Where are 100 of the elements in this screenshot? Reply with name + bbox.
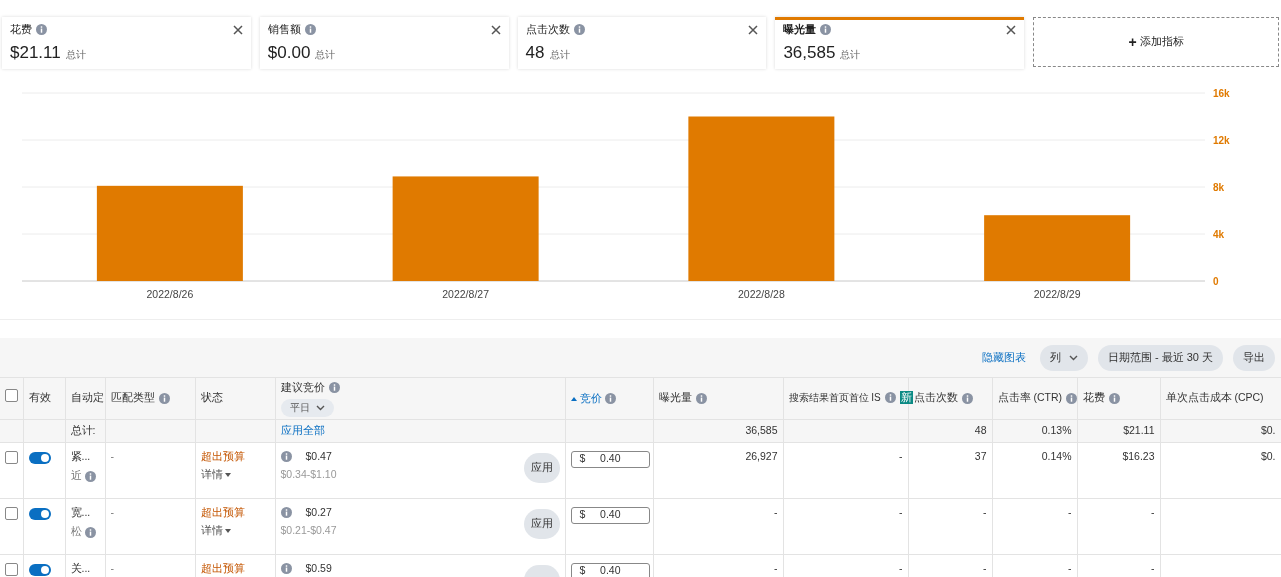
- target-name-sub: 近: [70, 468, 82, 484]
- currency-symbol: $: [579, 451, 586, 467]
- table-cell: -: [899, 505, 903, 518]
- table-cell: $0.: [1260, 423, 1276, 436]
- info-icon: [573, 24, 585, 36]
- y-axis-label: 4k: [1213, 229, 1225, 240]
- bid-input[interactable]: $ 0.40: [570, 562, 650, 577]
- bid-value: 0.40: [600, 563, 621, 577]
- y-axis-label: 8k: [1213, 182, 1225, 193]
- y-axis-label: 0: [1213, 276, 1219, 287]
- match-type: -: [110, 561, 114, 574]
- metric-card[interactable]: 点击次数 48 总计: [517, 17, 767, 69]
- table-cell: -: [1068, 505, 1072, 518]
- apply-button[interactable]: 应用: [523, 452, 560, 483]
- info-icon: [280, 450, 292, 462]
- bid-input[interactable]: $ 0.40: [570, 506, 650, 524]
- info-icon: [1066, 392, 1077, 404]
- info-icon: [961, 392, 973, 404]
- column-header: 花费: [1082, 390, 1105, 406]
- toggle-switch[interactable]: [28, 507, 51, 520]
- toggle-switch[interactable]: [28, 451, 51, 464]
- close-icon[interactable]: [748, 24, 759, 35]
- suggested-bid: $0.27: [305, 504, 332, 520]
- table-cell: 48: [974, 423, 987, 436]
- metric-label: 点击次数: [525, 22, 570, 37]
- suggested-bid: $0.59: [305, 560, 332, 576]
- table-cell: -: [774, 561, 778, 574]
- metric-label: 花费: [10, 22, 32, 37]
- column-header: 点击率 (CTR): [997, 390, 1062, 406]
- info-icon: [695, 392, 707, 404]
- details-dropdown[interactable]: 详情: [200, 523, 270, 539]
- checkbox[interactable]: [5, 562, 18, 576]
- info-icon: [158, 392, 170, 404]
- apply-all-link[interactable]: 应用全部: [280, 423, 325, 436]
- column-header: 搜索结果首页首位 IS: [788, 391, 881, 406]
- info-icon: [84, 470, 96, 482]
- table-cell: -: [983, 505, 987, 518]
- metric-suffix: 总计: [65, 47, 86, 62]
- toggle-switch[interactable]: [28, 563, 51, 576]
- info-icon: [280, 562, 292, 574]
- table-cell: -: [1151, 505, 1155, 518]
- currency-symbol: $: [579, 563, 586, 577]
- metric-card[interactable]: 花费 $21.11 总计: [2, 17, 251, 69]
- metric-value: $0.00: [267, 41, 311, 64]
- hide-chart-link[interactable]: 隐藏图表: [981, 349, 1026, 366]
- metric-suffix: 总计: [549, 47, 570, 62]
- info-icon: [36, 24, 47, 36]
- metric-card[interactable]: 曝光量 36,585 总计: [775, 17, 1025, 69]
- y-axis-label: 16k: [1213, 88, 1230, 99]
- columns-button[interactable]: 列: [1039, 344, 1088, 371]
- bid-range: $0.21-$0.47: [280, 523, 337, 539]
- close-icon[interactable]: [232, 24, 243, 35]
- weekday-dropdown[interactable]: 平日: [280, 398, 334, 417]
- target-name: 关...: [70, 560, 92, 576]
- column-header: 匹配类型: [110, 390, 155, 406]
- plus-icon: +: [1128, 31, 1137, 53]
- table-cell: $0.: [1260, 449, 1276, 462]
- checkbox[interactable]: [5, 450, 18, 464]
- match-type: -: [110, 505, 114, 518]
- metric-label: 曝光量: [783, 22, 817, 37]
- info-icon: [328, 382, 340, 394]
- bid-input[interactable]: $ 0.40: [570, 450, 650, 468]
- info-icon: [304, 24, 316, 36]
- new-badge: 新: [899, 391, 913, 405]
- metric-value: 36,585: [783, 41, 836, 64]
- sort-up-icon: [570, 396, 577, 401]
- checkbox[interactable]: [5, 389, 18, 403]
- bid-value: 0.40: [600, 507, 621, 523]
- x-axis-label: 2022/8/29: [1033, 288, 1081, 300]
- column-header: 建议竞价: [280, 379, 325, 395]
- column-header: 自动定: [70, 391, 104, 404]
- column-header[interactable]: 竞价: [579, 390, 602, 407]
- table-cell: 37: [974, 449, 987, 462]
- apply-button[interactable]: 应用: [523, 508, 560, 539]
- caret-icon: [224, 473, 231, 478]
- table-cell: -: [983, 561, 987, 574]
- close-icon[interactable]: [1006, 24, 1017, 35]
- table-cell: $21.11: [1123, 423, 1155, 436]
- table-cell: -: [774, 505, 778, 518]
- status-text: 超出预算: [200, 448, 246, 464]
- x-axis-label: 2022/8/27: [442, 288, 489, 300]
- column-header: 单次点击成本 (CPC): [1165, 391, 1264, 404]
- metric-label: 销售额: [267, 22, 301, 37]
- date-range-button[interactable]: 日期范围 - 最近 30 天: [1097, 344, 1223, 371]
- metric-card[interactable]: 销售额 $0.00 总计: [259, 17, 509, 69]
- export-button[interactable]: 导出: [1233, 344, 1275, 371]
- checkbox[interactable]: [5, 506, 18, 520]
- details-dropdown[interactable]: 详情: [200, 467, 270, 483]
- add-metric-button[interactable]: + 添加指标: [1033, 17, 1279, 67]
- suggested-bid: $0.47: [305, 448, 332, 464]
- column-header: 点击次数: [913, 390, 958, 406]
- metric-suffix: 总计: [840, 47, 861, 62]
- info-icon: [820, 24, 832, 36]
- info-icon: [1108, 392, 1120, 404]
- bid-value: 0.40: [600, 451, 621, 467]
- table-cell: $16.23: [1122, 449, 1155, 462]
- column-header: 有效: [28, 391, 51, 404]
- close-icon[interactable]: [490, 24, 501, 35]
- caret-icon: [224, 529, 231, 534]
- x-axis-label: 2022/8/26: [146, 288, 194, 300]
